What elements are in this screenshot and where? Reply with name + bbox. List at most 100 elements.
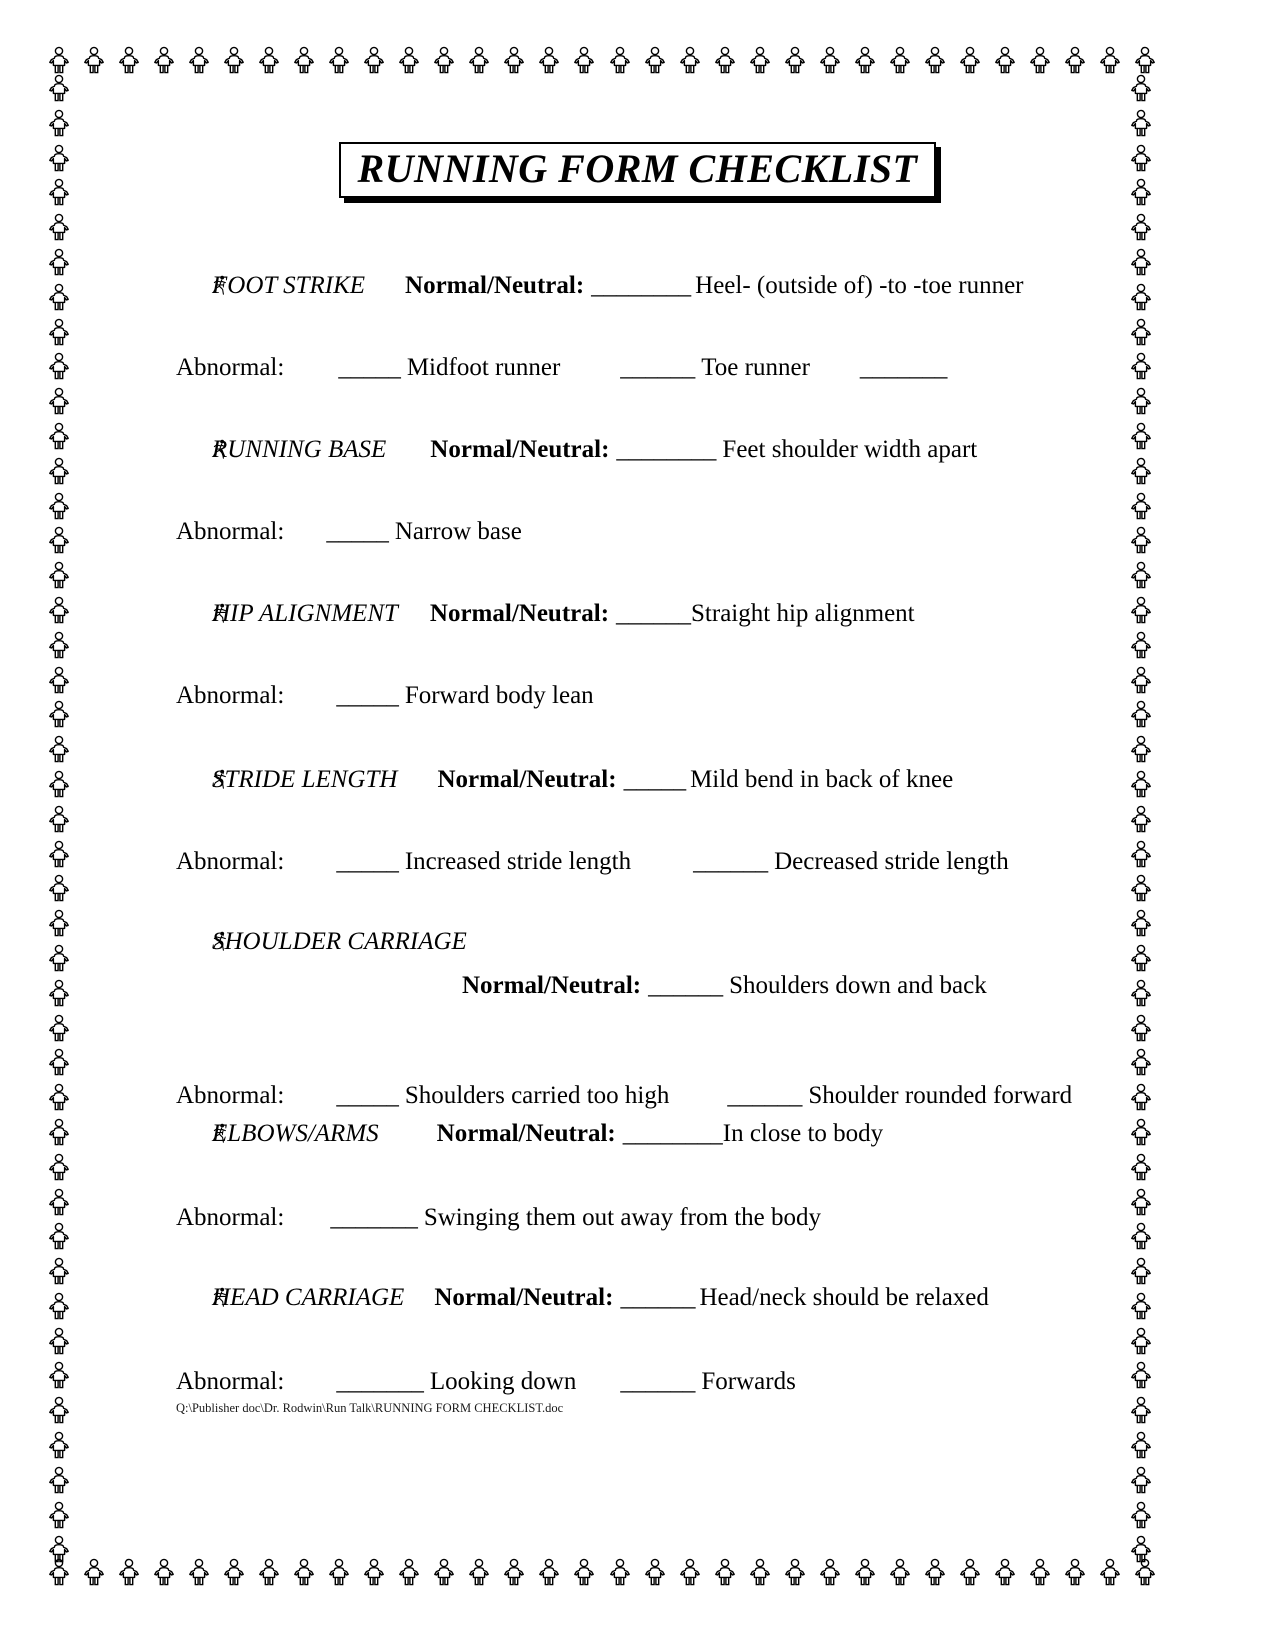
abnormal-option-blank[interactable]: _____	[336, 1082, 399, 1110]
running-person-icon	[212, 769, 226, 789]
section-title: HIP ALIGNMENT	[212, 600, 398, 627]
running-person-icon	[212, 603, 226, 623]
standing-person-icon	[364, 1558, 385, 1586]
abnormal-option-text: Swinging them out away from the body	[423, 1204, 821, 1231]
normal-neutral-blank[interactable]: ________	[591, 272, 691, 299]
section-abnormal-row: Abnormal: _____ Increased stride length ___…	[0, 848, 1275, 876]
standing-person-icon	[49, 1257, 69, 1285]
normal-neutral-label: Normal/Neutral:	[437, 766, 617, 793]
standing-person-icon	[49, 875, 69, 902]
section-bullet-running-person-icon	[210, 274, 230, 296]
standing-person-icon	[189, 1558, 210, 1586]
abnormal-option-blank[interactable]: _____	[336, 848, 399, 876]
standing-person-icon	[1065, 1558, 1085, 1586]
normal-neutral-description: Straight hip alignment	[691, 600, 915, 627]
section-title: RUNNING BASE	[212, 436, 387, 463]
checklist-section: HIP ALIGNMENT Normal/Neutral: ______Straig…	[0, 600, 1275, 710]
section-bullet-running-person-icon	[210, 930, 230, 952]
checklist-section: RUNNING BASE Normal/Neutral: ________ Feet …	[0, 436, 1275, 546]
normal-neutral-description: Heel- (outside of) -to -toe runner	[695, 272, 1024, 299]
abnormal-option-blank[interactable]: _____	[326, 518, 389, 546]
standing-person-icon	[714, 46, 735, 74]
standing-person-icon	[399, 46, 420, 74]
standing-person-icon	[84, 46, 104, 74]
section-abnormal-row: Abnormal: _______ Looking down ______ Forwar…	[0, 1368, 1275, 1396]
standing-person-icon	[784, 1558, 805, 1586]
standing-person-icon	[84, 1558, 104, 1586]
normal-neutral-blank[interactable]: ________	[616, 436, 716, 463]
abnormal-label: Abnormal:	[176, 1368, 285, 1395]
running-person-icon	[212, 1123, 226, 1143]
standing-person-icon	[994, 1558, 1015, 1586]
standing-person-icon	[49, 1396, 69, 1424]
standing-person-icon	[539, 46, 560, 74]
standing-person-icon	[609, 46, 630, 74]
section-title: FOOT STRIKE	[212, 272, 366, 299]
abnormal-option-blank[interactable]: ______	[693, 848, 768, 876]
abnormal-option-text: Shoulder rounded forward	[808, 1082, 1073, 1109]
standing-person-icon	[294, 1558, 315, 1586]
normal-neutral-blank[interactable]: _____	[624, 766, 687, 793]
standing-person-icon	[679, 1558, 700, 1586]
standing-person-icon	[1131, 213, 1151, 241]
standing-person-icon	[1029, 46, 1050, 74]
section-normal-row: ELBOWS/ARMS Normal/Neutral: ________In clo…	[0, 1120, 1275, 1148]
standing-person-icon	[49, 1536, 69, 1563]
standing-person-icon	[434, 1558, 455, 1586]
standing-person-icon	[49, 1501, 69, 1528]
section-normal-row: SHOULDER CARRIAGE Normal/Neutral: ______ Sh…	[0, 928, 1275, 1000]
standing-person-icon	[224, 46, 245, 74]
page-title-container: RUNNING FORM CHECKLIST	[0, 142, 1275, 198]
checklist-section: STRIDE LENGTH Normal/Neutral: _____ Mild be…	[0, 766, 1275, 876]
abnormal-option-text: Toe runner	[701, 354, 810, 381]
standing-person-icon	[889, 46, 910, 74]
standing-person-icon	[1135, 1558, 1155, 1586]
standing-person-icon	[1131, 1396, 1151, 1424]
standing-person-icon	[154, 46, 174, 74]
standing-person-icon	[49, 46, 69, 74]
standing-person-icon	[49, 74, 69, 102]
section-bullet-running-person-icon	[210, 602, 230, 624]
section-normal-row: HIP ALIGNMENT Normal/Neutral: ______Straig…	[0, 600, 1275, 628]
standing-person-icon	[329, 46, 350, 74]
abnormal-option-blank[interactable]: _____	[338, 354, 401, 382]
abnormal-option-text: Increased stride length	[404, 848, 632, 875]
standing-person-icon	[259, 46, 280, 74]
abnormal-option-blank[interactable]: ______	[620, 354, 695, 382]
standing-person-icon	[574, 1558, 595, 1586]
abnormal-option-text: Decreased stride length	[774, 848, 1009, 875]
normal-neutral-description: Feet shoulder width apart	[722, 436, 978, 463]
normal-neutral-blank[interactable]: ______	[620, 1284, 695, 1311]
standing-person-icon	[1131, 561, 1151, 589]
normal-neutral-blank[interactable]: ________	[623, 1120, 723, 1147]
abnormal-option-blank[interactable]: _______	[860, 354, 948, 382]
checklist-section: ELBOWS/ARMS Normal/Neutral: ________In clo…	[0, 1120, 1275, 1232]
normal-neutral-blank[interactable]: ______	[616, 600, 691, 627]
standing-person-icon	[49, 213, 69, 241]
normal-neutral-group: Normal/Neutral: ________In close to body	[437, 1120, 884, 1148]
standing-person-icon	[189, 46, 210, 74]
standing-person-icon	[49, 387, 69, 415]
standing-person-icon	[1029, 1558, 1050, 1586]
normal-neutral-group: Normal/Neutral: ________ Heel- (outside of…	[405, 272, 1023, 300]
running-person-icon	[212, 931, 226, 951]
standing-person-icon	[49, 1466, 69, 1494]
abnormal-option-blank[interactable]: ______	[727, 1082, 802, 1110]
section-normal-row: FOOT STRIKE Normal/Neutral: ________ Heel- …	[0, 272, 1275, 300]
standing-person-icon	[329, 1558, 350, 1586]
standing-person-icon	[1131, 1501, 1151, 1528]
abnormal-option-blank[interactable]: _______	[330, 1204, 418, 1232]
standing-person-icon	[49, 561, 69, 589]
normal-neutral-group: Normal/Neutral: ______Straight hip alignm…	[430, 600, 915, 628]
abnormal-option-blank[interactable]: ______	[620, 1368, 695, 1396]
standing-person-icon	[1131, 1431, 1151, 1459]
standing-person-icon	[749, 1558, 770, 1586]
abnormal-label: Abnormal:	[176, 1204, 285, 1231]
standing-person-icon	[399, 1558, 420, 1586]
normal-neutral-blank[interactable]: ______	[648, 972, 723, 999]
normal-neutral-label: Normal/Neutral:	[429, 600, 610, 627]
abnormal-option-blank[interactable]: _______	[336, 1368, 424, 1396]
section-bullet-running-person-icon	[210, 1122, 230, 1144]
standing-person-icon	[1100, 1558, 1120, 1586]
abnormal-option-blank[interactable]: _____	[336, 682, 399, 710]
